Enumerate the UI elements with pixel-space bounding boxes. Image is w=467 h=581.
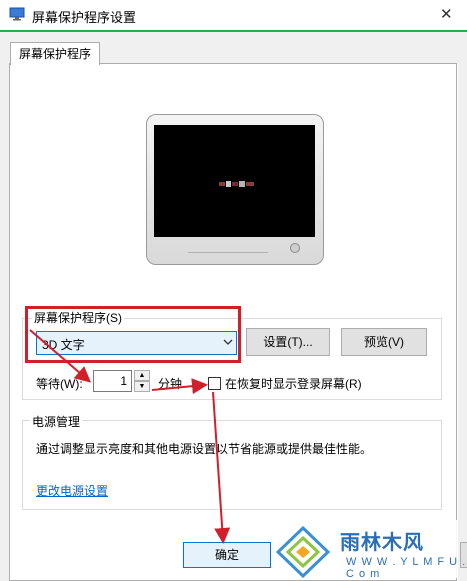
watermark-logo-icon xyxy=(276,526,330,578)
screensaver-group-label: 屏幕保护程序(S) xyxy=(32,309,124,326)
monitor-power-led xyxy=(290,243,300,253)
spin-down-icon[interactable]: ▼ xyxy=(134,381,150,392)
window-title: 屏幕保护程序设置 xyxy=(32,10,137,25)
watermark-url: W W W . Y L M F U . C o m xyxy=(346,556,467,580)
screensaver-selected-value[interactable]: 3D 文字 xyxy=(42,336,85,353)
settings-button[interactable]: 设置(T)... xyxy=(246,328,330,356)
spin-up-icon[interactable]: ▲ xyxy=(134,370,150,381)
window-frame-left xyxy=(0,64,9,581)
chevron-down-icon[interactable] xyxy=(222,334,234,350)
monitor-bezel-slot xyxy=(188,246,268,253)
resume-login-checkbox[interactable] xyxy=(208,377,221,390)
close-icon[interactable]: ✕ xyxy=(440,5,453,23)
window-frame-right xyxy=(458,64,467,581)
power-group-label: 电源管理 xyxy=(30,413,83,430)
power-description: 通过调整显示亮度和其他电源设置以节省能源或提供最佳性能。 xyxy=(36,442,373,456)
ok-button[interactable]: 确定 xyxy=(183,542,271,568)
wait-unit-label: 分钟 xyxy=(158,377,183,391)
watermark-text: 雨林木风 xyxy=(340,532,424,554)
screensaver-text-preview xyxy=(219,181,254,187)
app-icon xyxy=(9,7,25,21)
change-power-settings-link[interactable]: 更改电源设置 xyxy=(36,482,108,499)
tab-screensaver[interactable]: 屏幕保护程序 xyxy=(10,42,100,65)
resume-login-label[interactable]: 在恢复时显示登录屏幕(R) xyxy=(225,375,362,392)
preview-button[interactable]: 预览(V) xyxy=(341,328,427,356)
wait-label: 等待(W): xyxy=(36,377,83,391)
wait-minutes-input[interactable]: 1 xyxy=(93,370,132,392)
